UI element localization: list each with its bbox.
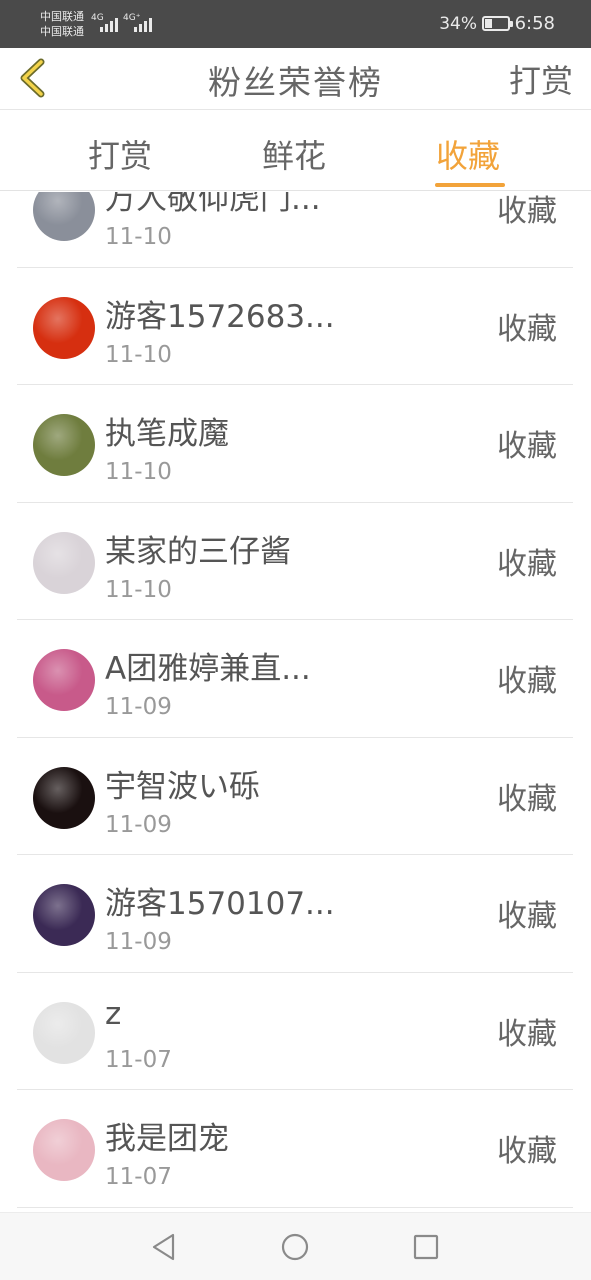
item-date: 11-09: [105, 811, 172, 838]
active-tab-indicator: [435, 183, 505, 187]
carrier-2: 中国联通: [40, 25, 84, 38]
list-item[interactable]: 游客1572683... 11-10 收藏: [17, 268, 573, 385]
user-name: 游客1570107...: [105, 886, 335, 922]
avatar: [33, 192, 95, 241]
user-name: 某家的三仔酱: [105, 533, 291, 570]
fan-list[interactable]: 万人敬仰虎门... 11-10 收藏 游客1572683... 11-10 收藏…: [0, 192, 591, 1212]
item-action: 收藏: [497, 664, 557, 699]
status-bar: 中国联通 中国联通 4G 4G⁺ 34% 6:58: [0, 0, 591, 48]
signal-bars-icon: [134, 14, 152, 32]
circle-home-icon: [281, 1233, 309, 1261]
item-date: 11-07: [105, 1046, 172, 1073]
tab-reward[interactable]: 打赏: [88, 131, 152, 177]
item-date: 11-09: [105, 929, 172, 955]
avatar: [33, 766, 95, 829]
clock: 6:58: [514, 13, 555, 34]
avatar: [33, 1001, 95, 1064]
tab-bar: 打赏 鲜花 收藏: [0, 111, 591, 191]
page-title: 粉丝荣誉榜: [208, 63, 383, 102]
nav-home-button[interactable]: [278, 1230, 312, 1264]
user-name: 游客1572683...: [105, 298, 335, 335]
user-name: A团雅婷兼直...: [105, 651, 311, 687]
list-item[interactable]: A团雅婷兼直... 11-09 收藏: [17, 620, 573, 738]
user-name: 宇智波い砾: [105, 768, 260, 805]
item-action: 收藏: [497, 546, 557, 582]
nav-back-button[interactable]: [147, 1230, 181, 1264]
list-item[interactable]: 某家的三仔酱 11-10 收藏: [17, 503, 573, 620]
list-item[interactable]: 游客1570107... 11-09 收藏: [17, 855, 573, 973]
item-action: 收藏: [497, 311, 557, 347]
nav-recent-button[interactable]: [409, 1230, 443, 1264]
item-date: 11-07: [105, 1164, 172, 1190]
item-date: 11-09: [105, 694, 172, 720]
item-date: 11-10: [105, 341, 172, 368]
item-action: 收藏: [497, 1134, 557, 1169]
user-name: 万人敬仰虎门...: [105, 192, 321, 217]
battery-percent: 34%: [439, 14, 477, 34]
avatar: [33, 1119, 95, 1181]
avatar: [33, 296, 95, 359]
item-date: 11-10: [105, 459, 172, 485]
item-date: 11-10: [105, 224, 172, 250]
carrier-1: 中国联通: [40, 10, 84, 23]
item-action: 收藏: [497, 1016, 557, 1052]
tab-flowers[interactable]: 鲜花: [262, 131, 326, 177]
reward-button[interactable]: 打赏: [509, 56, 573, 102]
avatar: [33, 884, 95, 946]
item-date: 11-10: [105, 576, 172, 603]
list-item[interactable]: 万人敬仰虎门... 11-10 收藏: [17, 192, 573, 268]
triangle-back-icon: [152, 1233, 175, 1261]
signal-bars-icon: [100, 14, 118, 32]
tab-favorites[interactable]: 收藏: [436, 131, 500, 177]
user-name: 执笔成魔: [105, 416, 229, 452]
avatar: [33, 414, 95, 476]
item-action: 收藏: [497, 429, 557, 464]
avatar: [33, 649, 95, 711]
item-action: 收藏: [497, 194, 557, 229]
list-item[interactable]: z 11-07 收藏: [17, 973, 573, 1090]
header-bar: 粉丝荣誉榜 打赏: [0, 48, 591, 110]
carrier-labels: 中国联通 中国联通: [40, 9, 84, 39]
square-recent-icon: [413, 1234, 439, 1260]
user-name: z: [105, 995, 122, 1032]
item-action: 收藏: [497, 781, 557, 817]
list-item[interactable]: 执笔成魔 11-10 收藏: [17, 385, 573, 503]
system-nav-bar: [0, 1212, 591, 1280]
battery-icon: [482, 16, 513, 31]
list-item[interactable]: 我是团宠 11-07 收藏: [17, 1090, 573, 1208]
avatar: [33, 531, 95, 594]
user-name: 我是团宠: [105, 1121, 229, 1157]
list-item[interactable]: 宇智波い砾 11-09 收藏: [17, 738, 573, 855]
item-action: 收藏: [497, 899, 557, 934]
